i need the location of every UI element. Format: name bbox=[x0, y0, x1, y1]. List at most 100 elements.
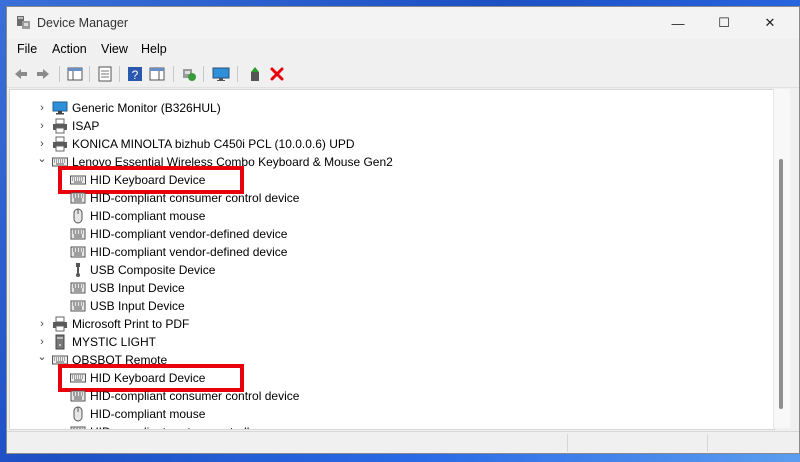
hid-icon bbox=[70, 246, 86, 258]
minimize-button[interactable]: — bbox=[655, 7, 701, 39]
tree-item-label: Lenovo Essential Wireless Combo Keyboard… bbox=[72, 155, 393, 169]
hid-icon bbox=[70, 228, 86, 240]
tree-item-label: HID-compliant consumer control device bbox=[90, 389, 300, 403]
scan-hardware-changes-button[interactable] bbox=[179, 64, 199, 84]
chevron-right-icon[interactable]: › bbox=[36, 99, 48, 117]
update-driver-icon bbox=[251, 67, 259, 81]
action-pane-button[interactable] bbox=[147, 64, 167, 84]
help-icon: ? bbox=[128, 67, 142, 82]
usb-icon bbox=[76, 263, 80, 277]
tree-device-item[interactable]: HID Keyboard Device bbox=[10, 171, 770, 189]
menu-bar: File Action View Help bbox=[7, 39, 799, 59]
vertical-scrollbar[interactable] bbox=[773, 89, 790, 428]
tree-item-label: OBSBOT Remote bbox=[72, 353, 168, 367]
chevron-right-icon[interactable]: › bbox=[36, 315, 48, 333]
device-manager-app-icon bbox=[17, 16, 30, 29]
maximize-icon: ☐ bbox=[718, 15, 730, 30]
maximize-button[interactable]: ☐ bbox=[701, 7, 747, 39]
tree-item-label: USB Input Device bbox=[90, 281, 185, 295]
tree-item-label: HID-compliant vendor-defined device bbox=[90, 227, 288, 241]
monitor-toolbar-icon bbox=[212, 67, 230, 81]
tree-category-item[interactable]: › Generic Monitor (B326HUL) bbox=[10, 99, 770, 117]
status-divider bbox=[707, 434, 709, 452]
properties-icon bbox=[98, 66, 112, 82]
tree-category-item[interactable]: › ISAP bbox=[10, 117, 770, 135]
scan-hardware-icon bbox=[183, 69, 196, 81]
menu-view[interactable]: View bbox=[101, 42, 128, 56]
forward-arrow-icon bbox=[37, 69, 49, 79]
tree-device-item[interactable]: USB Input Device bbox=[10, 279, 770, 297]
tree-device-item[interactable]: HID-compliant consumer control device bbox=[10, 387, 770, 405]
update-driver-button[interactable] bbox=[245, 64, 265, 84]
keyboard-icon bbox=[52, 157, 68, 167]
hid-icon bbox=[70, 300, 86, 312]
uninstall-device-button[interactable] bbox=[267, 64, 287, 84]
tree-item-label: Generic Monitor (B326HUL) bbox=[72, 101, 221, 115]
tree-category-item[interactable]: ⌄ OBSBOT Remote bbox=[10, 351, 770, 369]
hid-icon bbox=[70, 390, 86, 402]
toolbar-separator bbox=[59, 66, 60, 82]
toolbar: ? bbox=[7, 61, 799, 88]
mouse-icon bbox=[73, 406, 83, 422]
chevron-down-icon[interactable]: ⌄ bbox=[36, 351, 48, 369]
menu-help[interactable]: Help bbox=[141, 42, 167, 56]
back-button[interactable] bbox=[11, 64, 31, 84]
svg-text:?: ? bbox=[132, 68, 139, 82]
chevron-right-icon[interactable]: › bbox=[36, 333, 48, 351]
tree-item-label: KONICA MINOLTA bizhub C450i PCL (10.0.0.… bbox=[72, 137, 355, 151]
close-button[interactable]: ✕ bbox=[747, 7, 793, 39]
tree-item-label: HID-compliant mouse bbox=[90, 407, 206, 421]
device-tree[interactable]: › Generic Monitor (B326HUL) › ISAP › KONICA M… bbox=[9, 89, 775, 430]
tree-item-label: USB Composite Device bbox=[90, 263, 216, 277]
hid-icon bbox=[70, 192, 86, 204]
tree-device-item[interactable]: HID-compliant vendor-defined device bbox=[10, 243, 770, 261]
tower-icon bbox=[55, 334, 65, 350]
hid-icon bbox=[70, 426, 86, 429]
tree-device-item[interactable]: HID-compliant mouse bbox=[10, 405, 770, 423]
tree-device-item[interactable]: HID-compliant vendor-defined device bbox=[10, 225, 770, 243]
chevron-right-icon[interactable]: › bbox=[36, 117, 48, 135]
close-icon: ✕ bbox=[764, 15, 776, 30]
hid-icon bbox=[70, 282, 86, 294]
tree-category-item[interactable]: › Microsoft Print to PDF bbox=[10, 315, 770, 333]
tree-category-item[interactable]: ⌄ Lenovo Essential Wireless Combo Keyboar… bbox=[10, 153, 770, 171]
chevron-right-icon[interactable]: › bbox=[36, 135, 48, 153]
monitor-icon bbox=[52, 101, 68, 115]
display-devices-button[interactable] bbox=[211, 64, 231, 84]
tree-device-item[interactable]: USB Composite Device bbox=[10, 261, 770, 279]
keyboard-icon bbox=[52, 355, 68, 365]
tree-item-label: MYSTIC LIGHT bbox=[72, 335, 157, 349]
tree-category-item[interactable]: › MYSTIC LIGHT bbox=[10, 333, 770, 351]
forward-button[interactable] bbox=[33, 64, 53, 84]
window-title: Device Manager bbox=[37, 16, 129, 30]
status-divider bbox=[567, 434, 569, 452]
printer-icon bbox=[53, 136, 67, 152]
status-bar bbox=[7, 431, 799, 453]
chevron-down-icon[interactable]: ⌄ bbox=[36, 153, 48, 171]
tree-item-label: HID-compliant system controller bbox=[90, 423, 260, 429]
keyboard-icon bbox=[70, 373, 86, 383]
tree-device-item[interactable]: USB Input Device bbox=[10, 297, 770, 315]
tree-item-label: HID-compliant mouse bbox=[90, 209, 206, 223]
toolbar-separator bbox=[173, 66, 174, 82]
help-button[interactable]: ? bbox=[125, 64, 145, 84]
tree-device-item[interactable]: HID-compliant consumer control device bbox=[10, 189, 770, 207]
show-hide-console-tree-button[interactable] bbox=[65, 64, 85, 84]
title-bar[interactable]: Device Manager — ☐ ✕ bbox=[7, 7, 799, 39]
device-manager-window: Device Manager — ☐ ✕ File Action View He… bbox=[6, 6, 800, 454]
toolbar-separator bbox=[119, 66, 120, 82]
tree-item-label: ISAP bbox=[72, 119, 100, 133]
tree-item-label: HID-compliant vendor-defined device bbox=[90, 245, 288, 259]
uninstall-x-icon bbox=[270, 67, 284, 81]
menu-action[interactable]: Action bbox=[52, 42, 87, 56]
menu-file[interactable]: File bbox=[17, 42, 37, 56]
back-arrow-icon bbox=[15, 69, 27, 79]
tree-category-item[interactable]: › KONICA MINOLTA bizhub C450i PCL (10.0.0… bbox=[10, 135, 770, 153]
tree-device-item[interactable]: HID-compliant mouse bbox=[10, 207, 770, 225]
tree-device-item[interactable]: HID Keyboard Device bbox=[10, 369, 770, 387]
console-tree-icon bbox=[67, 67, 83, 81]
vertical-scroll-thumb[interactable] bbox=[779, 159, 783, 409]
tree-device-item[interactable]: HID-compliant system controller bbox=[10, 423, 770, 429]
properties-button[interactable] bbox=[95, 64, 115, 84]
printer-icon bbox=[53, 118, 67, 134]
